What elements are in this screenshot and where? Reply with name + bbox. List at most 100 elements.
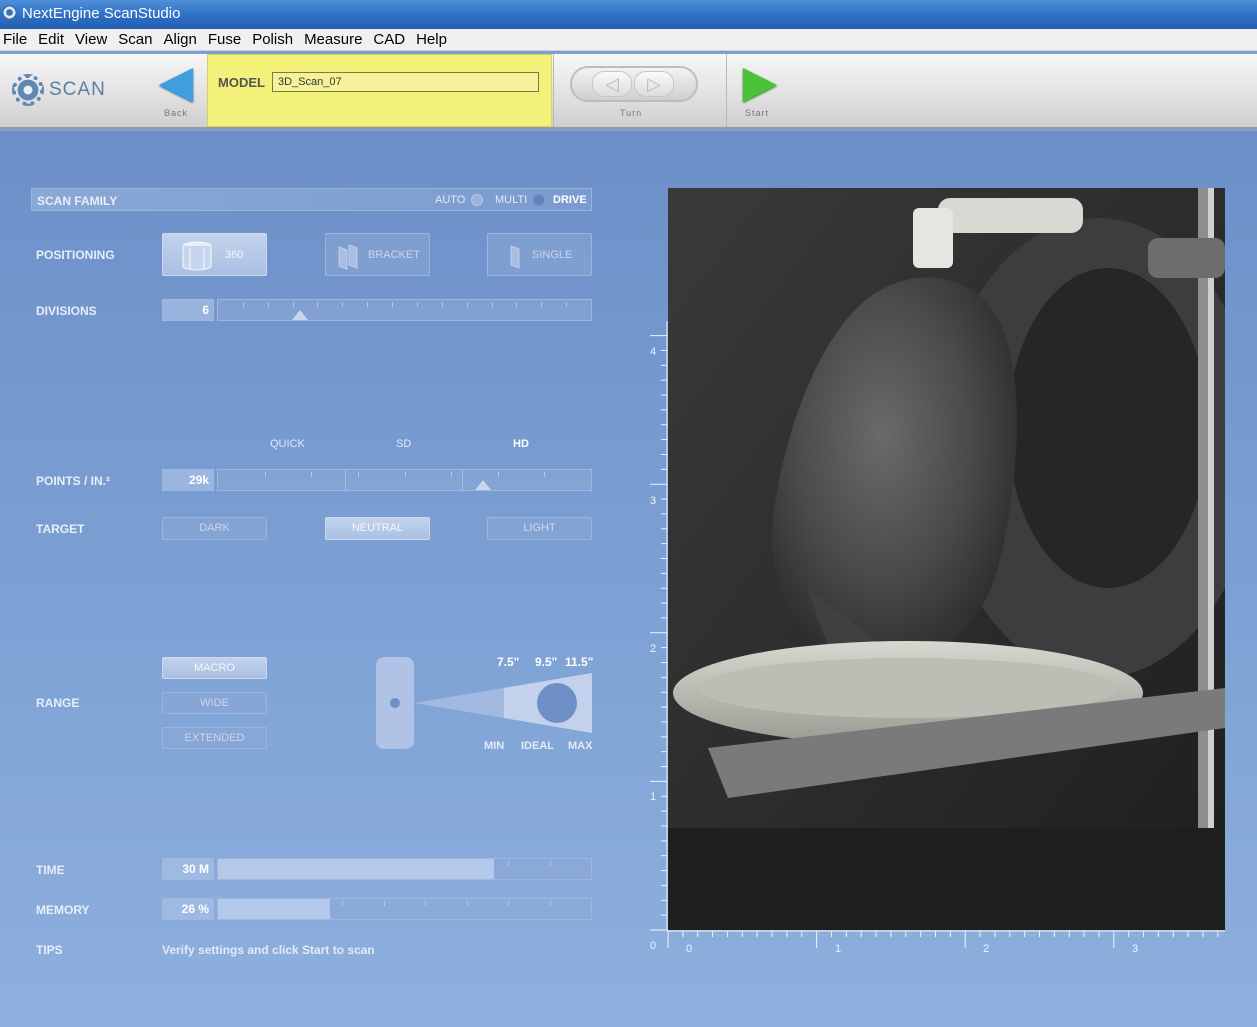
menu-scan[interactable]: Scan xyxy=(115,31,158,48)
slider-tick xyxy=(342,302,343,307)
start-button[interactable]: Start xyxy=(740,66,784,118)
bracket-icon xyxy=(338,244,358,270)
menu-align[interactable]: Align xyxy=(160,31,202,48)
slider-tick xyxy=(405,472,406,477)
scan-family-drive-label[interactable]: DRIVE xyxy=(553,194,587,206)
divisions-label: DIVISIONS xyxy=(36,304,97,318)
points-preset-hd[interactable]: HD xyxy=(513,438,529,450)
scan-settings-panel: SCAN FAMILY AUTO MULTI DRIVE POSITIONING… xyxy=(0,131,1257,1027)
points-preset-sd[interactable]: SD xyxy=(396,438,411,450)
start-label: Start xyxy=(745,108,770,118)
back-button[interactable]: Back xyxy=(156,66,198,118)
range-max-label: MAX xyxy=(568,740,593,752)
points-value[interactable]: 29k xyxy=(162,469,214,491)
slider-tick xyxy=(384,901,385,906)
positioning-label: POSITIONING xyxy=(36,248,115,262)
slider-tick xyxy=(566,302,567,307)
slider-tick xyxy=(425,861,426,866)
turn-right-button[interactable]: ▷ xyxy=(634,71,674,97)
toolbar-separator xyxy=(553,54,554,127)
model-name-input[interactable] xyxy=(272,72,539,92)
menu-measure[interactable]: Measure xyxy=(301,31,368,48)
slider-tick xyxy=(301,861,302,866)
scan-family-auto-label: AUTO xyxy=(435,194,466,206)
slider-tick xyxy=(498,472,499,477)
turn-left-button[interactable]: ◁ xyxy=(592,71,632,97)
target-dark-button[interactable]: DARK xyxy=(162,517,267,540)
model-label: MODEL xyxy=(218,75,265,90)
range-extended-button[interactable]: EXTENDED xyxy=(162,727,267,749)
points-slider[interactable] xyxy=(217,469,592,491)
slider-tick xyxy=(293,302,294,307)
slider-tick xyxy=(367,302,368,307)
positioning-bracket-label: BRACKET xyxy=(368,249,420,261)
toolbar-separator xyxy=(726,54,727,127)
slider-tick xyxy=(425,901,426,906)
ruler-v-label: 4 xyxy=(650,346,656,358)
slider-tick xyxy=(550,901,551,906)
slider-tick xyxy=(467,861,468,866)
ruler-h-label: 0 xyxy=(686,943,692,955)
menu-cad[interactable]: CAD xyxy=(370,31,411,48)
scan-family-auto-radio[interactable] xyxy=(471,194,483,206)
slider-tick xyxy=(265,472,266,477)
points-slider-divider xyxy=(345,470,346,490)
slider-tick xyxy=(342,861,343,866)
range-min-distance: 7.5" xyxy=(497,655,520,669)
divisions-slider[interactable] xyxy=(217,299,592,321)
time-value: 30 M xyxy=(162,858,214,880)
scan-family-bar: SCAN FAMILY AUTO MULTI DRIVE xyxy=(31,188,592,211)
slider-tick xyxy=(259,901,260,906)
menu-edit[interactable]: Edit xyxy=(35,31,70,48)
scan-family-label: SCAN FAMILY xyxy=(37,194,118,208)
scanner-lens-icon xyxy=(390,698,400,708)
range-wide-button[interactable]: WIDE xyxy=(162,692,267,714)
range-ideal-label: IDEAL xyxy=(521,740,554,752)
time-meter xyxy=(217,858,592,880)
slider-tick xyxy=(317,302,318,307)
time-label: TIME xyxy=(36,863,65,877)
positioning-single-button[interactable]: SINGLE xyxy=(487,233,592,276)
slider-tick xyxy=(550,861,551,866)
menu-file[interactable]: File xyxy=(0,31,33,48)
memory-label: MEMORY xyxy=(36,903,90,917)
positioning-single-label: SINGLE xyxy=(532,249,573,261)
positioning-bracket-button[interactable]: BRACKET xyxy=(325,233,430,276)
slider-tick xyxy=(243,302,244,307)
slider-tick xyxy=(384,861,385,866)
back-label: Back xyxy=(164,108,189,118)
target-neutral-button[interactable]: NEUTRAL xyxy=(325,517,430,540)
points-per-inch-label: POINTS / IN.² xyxy=(36,474,111,488)
scale-ruler: 4 3 2 1 0 0 1 2 3 xyxy=(650,321,1225,955)
range-label: RANGE xyxy=(36,696,80,710)
positioning-360-button[interactable]: 360 xyxy=(162,233,267,276)
divisions-value[interactable]: 6 xyxy=(162,299,214,321)
scan-family-multi-radio[interactable] xyxy=(533,194,545,206)
menu-polish[interactable]: Polish xyxy=(249,31,299,48)
slider-tick xyxy=(311,472,312,477)
ideal-target-circle xyxy=(537,683,577,723)
turn-controls: ◁ ▷ xyxy=(570,66,698,102)
slider-tick xyxy=(451,472,452,477)
menu-view[interactable]: View xyxy=(72,31,113,48)
scan-section-label: SCAN xyxy=(49,79,106,100)
menu-fuse[interactable]: Fuse xyxy=(205,31,247,48)
turn-label: Turn xyxy=(620,108,643,118)
menu-help[interactable]: Help xyxy=(413,31,453,48)
positioning-360-label: 360 xyxy=(225,249,244,261)
range-macro-button[interactable]: MACRO xyxy=(162,657,267,679)
target-label: TARGET xyxy=(36,522,85,536)
points-slider-thumb[interactable] xyxy=(475,480,491,490)
target-light-button[interactable]: LIGHT xyxy=(487,517,592,540)
slider-tick xyxy=(342,901,343,906)
points-preset-quick[interactable]: QUICK xyxy=(270,438,305,450)
slider-tick xyxy=(268,302,269,307)
model-panel: MODEL xyxy=(207,54,552,127)
start-arrow-icon xyxy=(743,68,777,102)
ruler-h-label: 1 xyxy=(835,943,841,955)
ruler-ticks xyxy=(650,321,1225,948)
slider-tick xyxy=(417,302,418,307)
tips-label: TIPS xyxy=(36,943,63,957)
range-max-distance: 11.5" xyxy=(565,655,594,669)
divisions-slider-thumb[interactable] xyxy=(292,310,308,320)
